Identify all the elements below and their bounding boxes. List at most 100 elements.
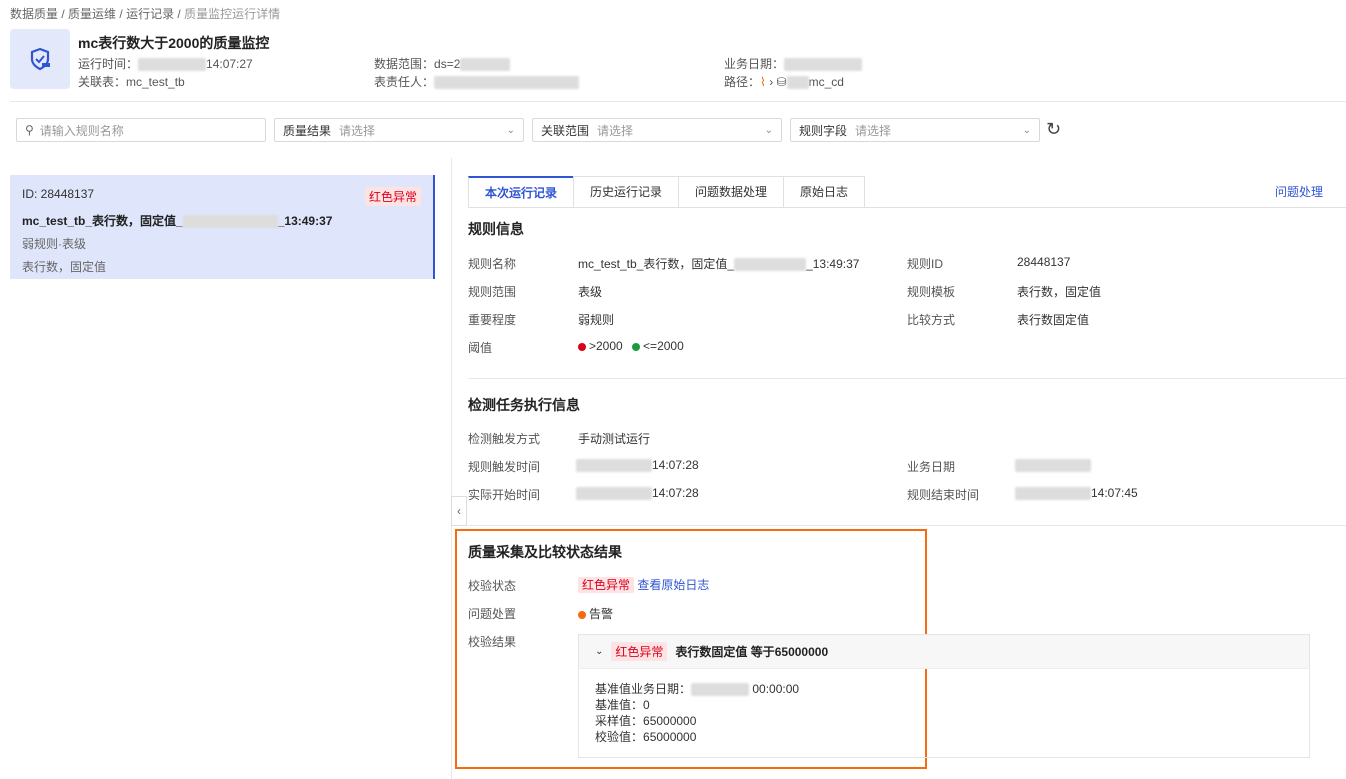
chevron-down-icon: ⌄ bbox=[1022, 124, 1031, 136]
breadcrumb-item[interactable]: 运行记录 bbox=[126, 7, 174, 21]
run-time-label: 运行时间： bbox=[78, 57, 139, 71]
scope-select[interactable]: 关联范围 请选择 ⌄ bbox=[532, 118, 782, 142]
field-label: 阈值 bbox=[468, 341, 493, 355]
bizdate-label: 业务日期： bbox=[724, 57, 785, 71]
field-label: 规则结束时间 bbox=[907, 488, 980, 502]
section-title: 质量采集及比较状态结果 bbox=[468, 544, 622, 560]
divider bbox=[468, 378, 1346, 379]
compare-method: 表行数固定值 bbox=[1017, 313, 1090, 327]
select-placeholder: 请选择 bbox=[855, 123, 892, 138]
result-panel: ⌄ 红色异常 表行数固定值 等于65000000 基准值业务日期： 00:00:00… bbox=[578, 634, 1310, 758]
rule-list-item[interactable]: ID: 28448137 红色异常 mc_test_tb_表行数，固定值_ _13:… bbox=[10, 175, 435, 279]
status-badge: 红色异常 bbox=[364, 187, 421, 206]
start-time: 14:07:28 bbox=[652, 486, 699, 500]
chevron-down-icon: ⌄ bbox=[506, 124, 515, 136]
field-label: 基准值： bbox=[595, 698, 644, 712]
rule-template: 表行数，固定值 bbox=[1017, 285, 1102, 299]
table-label: 关联表： bbox=[78, 75, 127, 89]
collapse-panel-button[interactable]: ‹ bbox=[451, 496, 467, 526]
chevron-down-icon[interactable]: ⌄ bbox=[595, 646, 603, 657]
tab-current-run[interactable]: 本次运行记录 bbox=[468, 176, 575, 207]
field-label: 规则ID bbox=[907, 257, 944, 271]
issue-handle-link[interactable]: 问题处理 bbox=[1275, 183, 1323, 200]
threshold: >2000 <=2000 bbox=[578, 339, 684, 353]
view-log-link[interactable]: 查看原始日志 bbox=[637, 578, 709, 592]
chevron-down-icon: ⌄ bbox=[764, 124, 773, 136]
breadcrumb: 数据质量 / 质量运维 / 运行记录 / 质量监控运行详情 bbox=[10, 7, 281, 21]
divider bbox=[451, 158, 452, 779]
rule-template: 表行数，固定值 bbox=[22, 260, 107, 274]
path-value[interactable]: mc_cd bbox=[809, 75, 844, 89]
chevron-left-icon: ‹ bbox=[457, 504, 461, 518]
tab-bar: 本次运行记录 历史运行记录 问题数据处理 原始日志 bbox=[468, 176, 1346, 208]
rule-trigger-time: 14:07:28 bbox=[652, 458, 699, 472]
search-icon: ⚲ bbox=[25, 123, 34, 137]
select-label: 质量结果 bbox=[283, 123, 332, 138]
green-dot-icon bbox=[632, 342, 641, 351]
field-label: 业务日期 bbox=[907, 460, 956, 474]
field-label: 规则触发时间 bbox=[468, 460, 541, 474]
field-label: 规则名称 bbox=[468, 257, 517, 271]
search-input[interactable]: ⚲ 请输入规则名称 bbox=[16, 118, 266, 142]
rule-name: mc_test_tb_表行数，固定值_ bbox=[578, 257, 735, 271]
tab-raw-log[interactable]: 原始日志 bbox=[783, 176, 866, 207]
section-title: 检测任务执行信息 bbox=[468, 397, 580, 413]
threshold-red: >2000 bbox=[589, 339, 623, 353]
threshold-green: <=2000 bbox=[643, 339, 684, 353]
search-placeholder: 请输入规则名称 bbox=[39, 123, 124, 138]
rule-name: mc_test_tb_表行数，固定值_ bbox=[22, 214, 183, 228]
rule-id-value: 28448137 bbox=[1017, 255, 1071, 269]
field-label: 采样值： bbox=[595, 714, 644, 728]
end-time: 14:07:45 bbox=[1091, 486, 1138, 500]
breadcrumb-current: 质量监控运行详情 bbox=[184, 7, 281, 21]
status-badge: 红色异常 bbox=[611, 642, 668, 661]
field-label: 检测触发方式 bbox=[468, 432, 541, 446]
red-dot-icon bbox=[578, 342, 586, 351]
shield-check-icon bbox=[10, 29, 70, 89]
field-label: 比较方式 bbox=[907, 313, 956, 327]
breadcrumb-item[interactable]: 质量运维 bbox=[68, 7, 116, 21]
tab-issue-data[interactable]: 问题数据处理 bbox=[678, 176, 785, 207]
result-select[interactable]: 质量结果 请选择 ⌄ bbox=[274, 118, 524, 142]
run-time: 14:07:27 bbox=[206, 57, 253, 71]
trigger-mode: 手动测试运行 bbox=[578, 432, 651, 446]
range: ds=2 bbox=[434, 57, 461, 71]
section-title: 规则信息 bbox=[468, 221, 524, 237]
owner-label: 表责任人： bbox=[374, 75, 435, 89]
field-label: 规则模板 bbox=[907, 285, 956, 299]
database-icon: ⛁ bbox=[776, 75, 787, 89]
base-value: 0 bbox=[643, 698, 650, 712]
select-label: 关联范围 bbox=[541, 123, 590, 138]
field-label: 校验状态 bbox=[468, 579, 517, 593]
divider bbox=[468, 525, 1346, 526]
tab-history[interactable]: 历史运行记录 bbox=[573, 176, 680, 207]
select-placeholder: 请选择 bbox=[597, 123, 634, 138]
rule-name-suffix: _13:49:37 bbox=[277, 214, 333, 228]
select-label: 规则字段 bbox=[799, 123, 848, 138]
path-label: 路径： bbox=[724, 75, 761, 89]
divider bbox=[10, 101, 1346, 102]
refresh-icon[interactable]: ↻ bbox=[1046, 119, 1061, 140]
rule-name-value: mc_test_tb_表行数，固定值_ _13:49:37 bbox=[578, 255, 859, 272]
base-date: 00:00:00 bbox=[752, 682, 800, 696]
page-title: mc表行数大于2000的质量监控 bbox=[78, 35, 270, 51]
result-summary: 表行数固定值 等于65000000 bbox=[675, 645, 829, 659]
rule-level: 弱规则 bbox=[578, 313, 615, 327]
field-select[interactable]: 规则字段 请选择 ⌄ bbox=[790, 118, 1040, 142]
rule-scope: 表级 bbox=[578, 285, 603, 299]
field-label: 校验结果 bbox=[468, 635, 517, 649]
range-label: 数据范围： bbox=[374, 57, 435, 71]
handle-action: 告警 bbox=[589, 607, 614, 621]
table-name: mc_test_tb bbox=[126, 75, 185, 89]
field-label: 问题处置 bbox=[468, 607, 517, 621]
status-badge: 红色异常 bbox=[578, 577, 635, 593]
field-label: 重要程度 bbox=[468, 313, 517, 327]
breadcrumb-item[interactable]: 数据质量 bbox=[10, 7, 58, 21]
rule-id: ID: 28448137 bbox=[22, 187, 95, 201]
field-label: 规则范围 bbox=[468, 285, 517, 299]
field-label: 基准值业务日期： bbox=[595, 682, 692, 696]
rule-name-suffix: _13:49:37 bbox=[806, 257, 860, 271]
rule-type: 弱规则·表级 bbox=[22, 237, 86, 251]
check-value: 65000000 bbox=[643, 730, 697, 744]
select-placeholder: 请选择 bbox=[339, 123, 376, 138]
